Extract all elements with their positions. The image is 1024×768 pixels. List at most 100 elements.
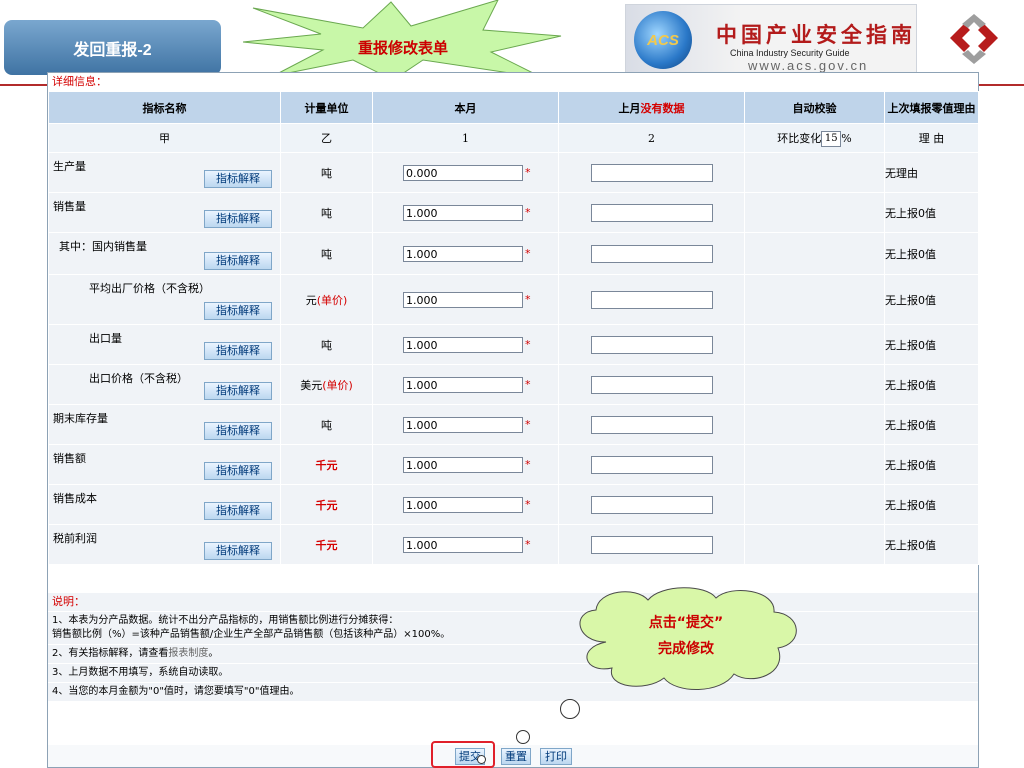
acs-logo-banner: ACS 中国产业安全指南 China Industry Security Gui… bbox=[625, 4, 917, 76]
indicator-explain-button[interactable]: 指标解释 bbox=[204, 210, 272, 228]
prev-month-cell bbox=[558, 364, 745, 405]
prev-month-input[interactable] bbox=[590, 335, 713, 354]
table-row: 销售额 指标解释 千元 1.000 * 无上报0值 bbox=[48, 444, 979, 485]
indicator-name: 平均出厂价格（不含税） bbox=[89, 282, 210, 295]
current-month-input[interactable]: 1.000 bbox=[403, 204, 523, 221]
indicator-name: 销售量 bbox=[53, 200, 86, 213]
notes-title: 说明： bbox=[48, 593, 978, 612]
indicator-name-cell: 出口价格（不含税） 指标解释 bbox=[48, 364, 281, 405]
indicator-explain-button[interactable]: 指标解释 bbox=[204, 462, 272, 480]
table-header-row: 指标名称 计量单位 本月 上月没有数据 自动校验 上次填报零值理由 bbox=[48, 91, 979, 124]
auto-check-cell bbox=[744, 324, 885, 365]
prev-month-input[interactable] bbox=[590, 495, 713, 514]
unit-cell: 吨 bbox=[280, 232, 373, 275]
table-row: 出口量 指标解释 吨 1.000 * 无上报0值 bbox=[48, 324, 979, 365]
print-button[interactable]: 打印 bbox=[540, 748, 572, 765]
current-month-cell: 1.000 * bbox=[372, 404, 559, 445]
reason-cell: 无上报0值 bbox=[884, 324, 979, 365]
indicator-name: 出口价格（不含税） bbox=[89, 372, 188, 385]
header-name: 指标名称 bbox=[48, 91, 281, 124]
indicator-explain-button[interactable]: 指标解释 bbox=[204, 542, 272, 560]
prev-month-input[interactable] bbox=[590, 375, 713, 394]
unit-cell: 千元 bbox=[280, 524, 373, 565]
required-mark: * bbox=[525, 206, 531, 219]
ratio-threshold-input[interactable]: 15 bbox=[821, 130, 842, 147]
current-month-input[interactable]: 1.000 bbox=[403, 496, 523, 513]
unit-note: (单价) bbox=[316, 293, 348, 307]
auto-check-cell bbox=[744, 364, 885, 405]
report-form: 详细信息： 指标名称 计量单位 本月 上月没有数据 自动校验 上次填报零值理由 … bbox=[47, 72, 979, 768]
indicator-explain-button[interactable]: 指标解释 bbox=[204, 382, 272, 400]
reason-cell: 无上报0值 bbox=[884, 274, 979, 325]
auto-check-cell bbox=[744, 274, 885, 325]
prev-month-input[interactable] bbox=[590, 203, 713, 222]
unit-label: 千元 bbox=[315, 498, 338, 512]
current-month-input[interactable]: 1.000 bbox=[403, 416, 523, 433]
callout-text: 重报修改表单 bbox=[357, 39, 448, 57]
header-prev: 上月没有数据 bbox=[558, 91, 745, 124]
header-reason: 上次填报零值理由 bbox=[884, 91, 979, 124]
prev-month-cell bbox=[558, 484, 745, 525]
reset-button[interactable]: 重置 bbox=[501, 748, 531, 765]
current-month-input[interactable]: 1.000 bbox=[403, 456, 523, 473]
reason-cell: 无上报0值 bbox=[884, 404, 979, 445]
sub-reason: 理 由 bbox=[884, 123, 979, 153]
prev-month-cell bbox=[558, 192, 745, 233]
prev-month-input[interactable] bbox=[590, 290, 713, 309]
unit-label: 吨 bbox=[321, 206, 332, 220]
current-month-input[interactable]: 1.000 bbox=[403, 291, 523, 308]
unit-label: 吨 bbox=[321, 166, 332, 180]
note-2: 2、有关指标解释，请查看报表制度。 bbox=[48, 645, 978, 664]
table-row: 其中：国内销售量指标解释 吨 1.000 * 无上报0值 bbox=[48, 232, 979, 275]
indicator-name-cell: 税前利润 指标解释 bbox=[48, 524, 281, 565]
indicator-name: 其中：国内销售量 bbox=[59, 240, 147, 253]
prev-month-cell bbox=[558, 444, 745, 485]
logo-url-text: www.acs.gov.cn bbox=[748, 58, 869, 73]
unit-label: 吨 bbox=[321, 247, 332, 261]
table-subheader-row: 甲 乙 1 2 环比变化 15% 理 由 bbox=[48, 123, 979, 153]
section-title: 详细信息： bbox=[48, 73, 978, 91]
indicator-name-cell: 销售成本 指标解释 bbox=[48, 484, 281, 525]
reason-cell: 无上报0值 bbox=[884, 484, 979, 525]
submit-highlight-ring bbox=[431, 741, 495, 768]
prev-month-cell bbox=[558, 152, 745, 193]
prev-month-input[interactable] bbox=[590, 163, 713, 182]
indicator-explain-button[interactable]: 指标解释 bbox=[204, 502, 272, 520]
current-month-cell: 1.000 * bbox=[372, 232, 559, 275]
no-data-label: 没有数据 bbox=[640, 101, 685, 115]
prev-month-input[interactable] bbox=[590, 535, 713, 554]
reason-cell: 无上报0值 bbox=[884, 232, 979, 275]
current-month-input[interactable]: 1.000 bbox=[403, 245, 523, 262]
table-row: 销售量 指标解释 吨 1.000 * 无上报0值 bbox=[48, 192, 979, 233]
indicator-name-cell: 生产量 指标解释 bbox=[48, 152, 281, 193]
logo-en-text: China Industry Security Guide bbox=[730, 48, 850, 58]
notes-section: 说明： 1、本表为分产品数据。统计不出分产品指标的，用销售额比例进行分摊获得：销… bbox=[48, 593, 978, 702]
prev-month-input[interactable] bbox=[590, 415, 713, 434]
indicator-explain-button[interactable]: 指标解释 bbox=[204, 252, 272, 270]
current-month-input[interactable]: 1.000 bbox=[403, 336, 523, 353]
required-mark: * bbox=[525, 338, 531, 351]
required-mark: * bbox=[525, 166, 531, 179]
auto-check-cell bbox=[744, 524, 885, 565]
unit-cell: 吨 bbox=[280, 404, 373, 445]
indicator-explain-button[interactable]: 指标解释 bbox=[204, 422, 272, 440]
table-row: 销售成本 指标解释 千元 1.000 * 无上报0值 bbox=[48, 484, 979, 525]
indicator-name-cell: 期末库存量指标解释 bbox=[48, 404, 281, 445]
report-rules-link[interactable]: 报表制度 bbox=[168, 648, 208, 659]
prev-month-input[interactable] bbox=[590, 455, 713, 474]
indicator-name: 期末库存量 bbox=[53, 412, 108, 425]
indicator-name: 出口量 bbox=[89, 332, 122, 345]
indicator-explain-button[interactable]: 指标解释 bbox=[204, 342, 272, 360]
indicator-explain-button[interactable]: 指标解释 bbox=[204, 170, 272, 188]
current-month-input[interactable]: 0.000 bbox=[403, 164, 523, 181]
current-month-cell: 1.000 * bbox=[372, 324, 559, 365]
current-month-cell: 1.000 * bbox=[372, 524, 559, 565]
unit-cell: 吨 bbox=[280, 192, 373, 233]
cloud-text: 点击“提交” 完成修改 bbox=[648, 615, 724, 657]
current-month-input[interactable]: 1.000 bbox=[403, 376, 523, 393]
note-3: 3、上月数据不用填写，系统自动读取。 bbox=[48, 664, 978, 683]
prev-month-input[interactable] bbox=[590, 244, 713, 263]
current-month-input[interactable]: 1.000 bbox=[403, 536, 523, 553]
auto-check-cell bbox=[744, 404, 885, 445]
indicator-explain-button[interactable]: 指标解释 bbox=[204, 302, 272, 320]
